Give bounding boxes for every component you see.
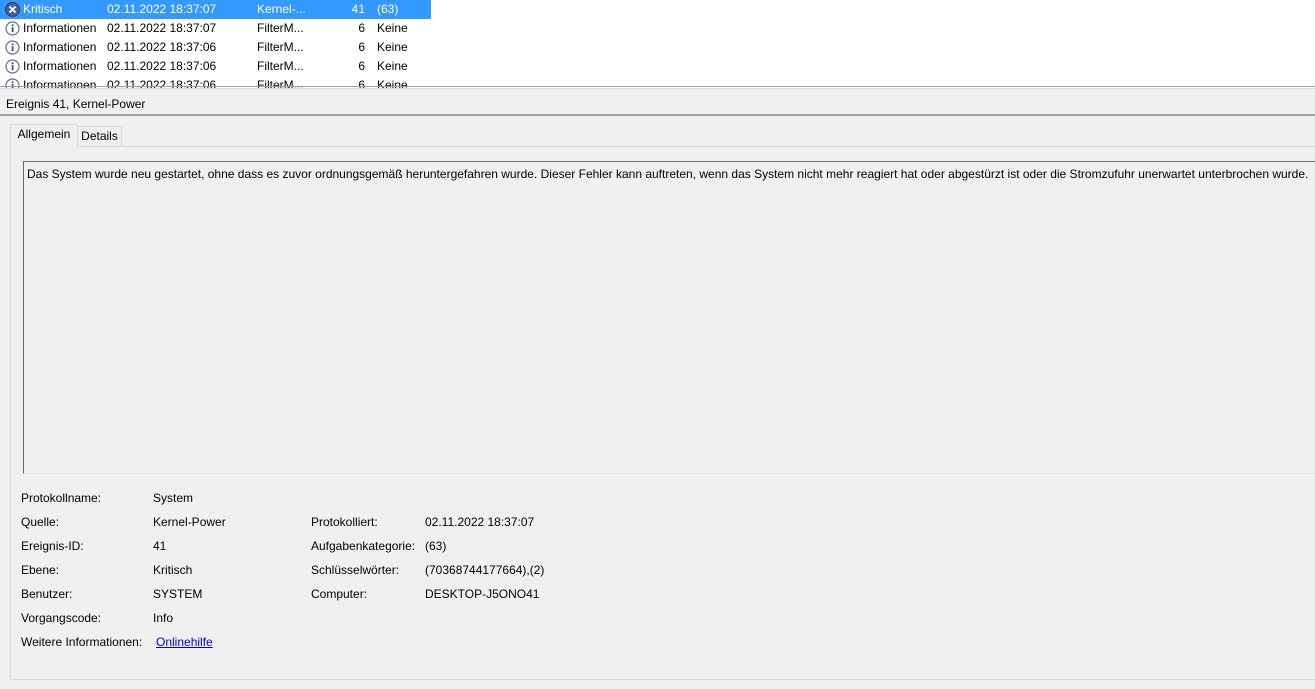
splitter[interactable] xyxy=(0,88,1315,89)
task-category-value: (63) xyxy=(425,539,447,553)
event-task: Keine xyxy=(377,40,408,54)
event-date: 02.11.2022 18:37:06 xyxy=(107,40,217,54)
event-source: Kernel-... xyxy=(257,2,306,16)
event-task: (63) xyxy=(377,2,399,16)
opcode-value: Info xyxy=(153,611,174,625)
task-category-label: Aufgabenkategorie: xyxy=(311,539,416,553)
tab-details[interactable]: Details xyxy=(77,126,122,147)
more-info-label: Weitere Informationen: xyxy=(21,635,143,649)
critical-icon xyxy=(5,2,20,17)
keywords-label: Schlüsselwörter: xyxy=(311,563,400,577)
computer-value: DESKTOP-J5ONO41 xyxy=(425,587,540,601)
event-id: 6 xyxy=(358,59,365,73)
event-id-label: Ereignis-ID: xyxy=(21,539,84,553)
event-row[interactable]: Informationen 02.11.2022 18:37:07 Filter… xyxy=(0,19,431,38)
user-value: SYSTEM xyxy=(153,587,203,601)
info-icon xyxy=(5,59,20,74)
event-level: Informationen xyxy=(23,59,97,73)
event-level: Informationen xyxy=(23,21,97,35)
event-task: Keine xyxy=(377,59,408,73)
event-source: FilterM... xyxy=(257,21,304,35)
event-level: Informationen xyxy=(23,40,97,54)
description-box[interactable]: Das System wurde neu gestartet, ohne das… xyxy=(23,161,1315,474)
event-row[interactable]: Informationen 02.11.2022 18:37:06 Filter… xyxy=(0,57,431,76)
event-task: Keine xyxy=(377,21,408,35)
info-icon xyxy=(5,40,20,55)
list-divider xyxy=(0,86,1315,87)
event-id: 6 xyxy=(358,21,365,35)
event-id: 41 xyxy=(351,2,365,16)
keywords-value: (70368744177664),(2) xyxy=(425,563,545,577)
computer-label: Computer: xyxy=(311,587,368,601)
online-help-link[interactable]: Onlinehilfe xyxy=(156,635,213,649)
logged-value: 02.11.2022 18:37:07 xyxy=(425,515,535,529)
opcode-label: Vorgangscode: xyxy=(21,611,102,625)
description-text: Das System wurde neu gestartet, ohne das… xyxy=(27,167,1309,181)
level-value: Kritisch xyxy=(153,563,193,577)
source-value: Kernel-Power xyxy=(153,515,226,529)
source-label: Quelle: xyxy=(21,515,60,529)
event-id: 6 xyxy=(358,40,365,54)
event-row[interactable]: Informationen 02.11.2022 18:37:06 Filter… xyxy=(0,38,431,57)
info-icon xyxy=(5,21,20,36)
event-date: 02.11.2022 18:37:07 xyxy=(107,21,217,35)
event-date: 02.11.2022 18:37:06 xyxy=(107,59,217,73)
event-source: FilterM... xyxy=(257,40,304,54)
level-label: Ebene: xyxy=(21,563,60,577)
log-name-value: System xyxy=(153,491,194,505)
tab-general[interactable]: Allgemein xyxy=(10,124,78,147)
event-level: Kritisch xyxy=(23,2,63,16)
title-divider xyxy=(0,114,1315,116)
event-list[interactable]: Kritisch 02.11.2022 18:37:07 Kernel-... … xyxy=(0,0,1315,88)
log-name-label: Protokollname: xyxy=(21,491,102,505)
bottom-edge xyxy=(0,681,1315,689)
event-row[interactable]: Kritisch 02.11.2022 18:37:07 Kernel-... … xyxy=(0,0,431,19)
event-date: 02.11.2022 18:37:07 xyxy=(107,2,217,16)
user-label: Benutzer: xyxy=(21,587,73,601)
logged-label: Protokolliert: xyxy=(311,515,378,529)
event-id-value: 41 xyxy=(153,539,167,553)
event-source: FilterM... xyxy=(257,59,304,73)
detail-title: Ereignis 41, Kernel-Power xyxy=(6,97,146,111)
